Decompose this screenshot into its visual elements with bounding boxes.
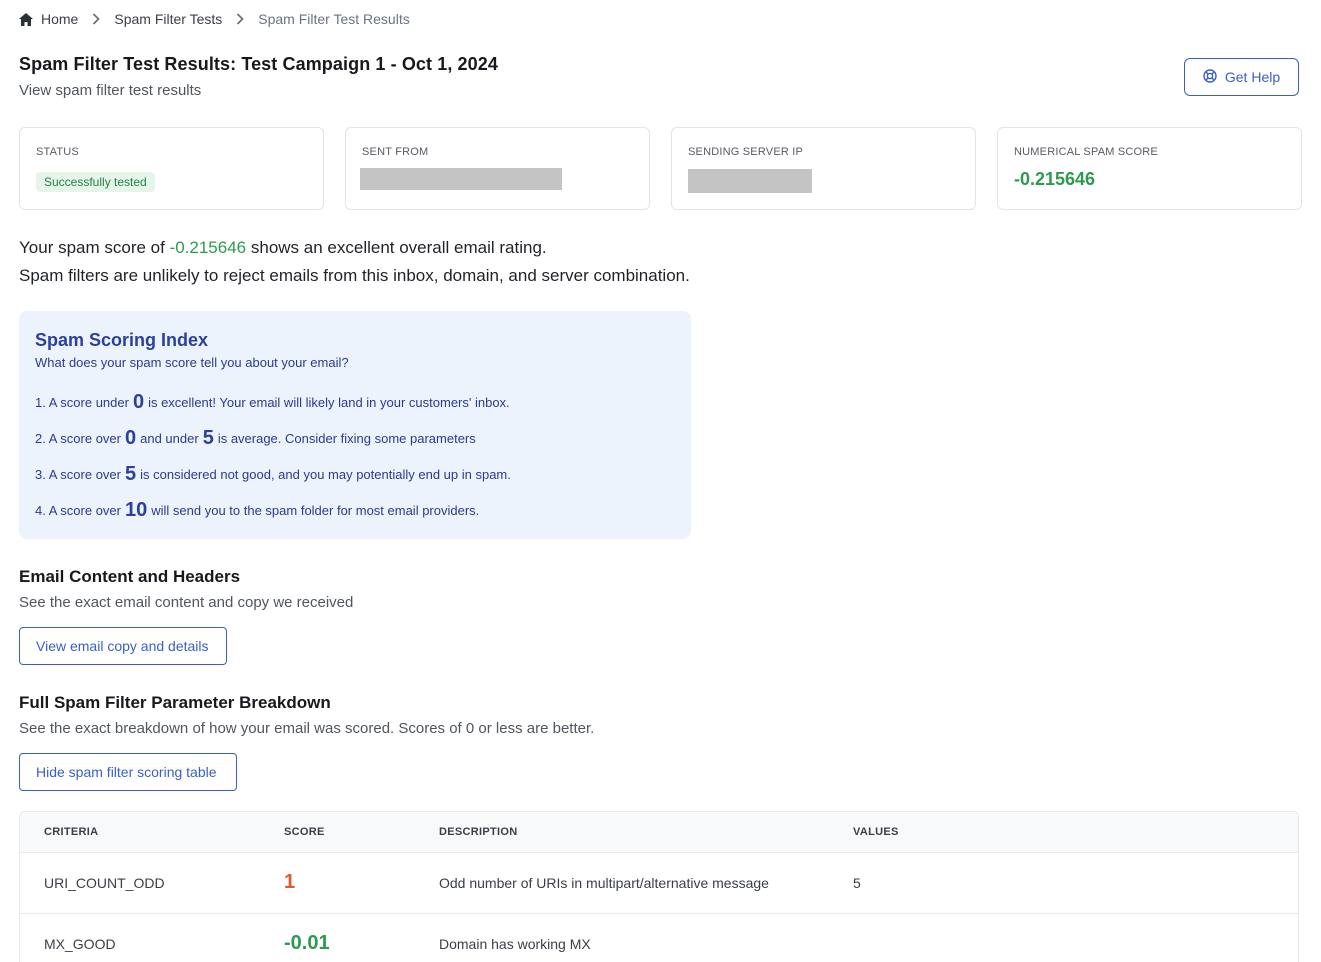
- email-content-title: Email Content and Headers: [19, 567, 241, 586]
- cell-score: 1: [284, 851, 439, 913]
- scoring-index-title: Spam Scoring Index: [35, 330, 209, 350]
- column-header-description[interactable]: DESCRIPTION: [439, 812, 853, 852]
- item-text: 4. A score over: [35, 502, 121, 518]
- item-text: will send you to the spam folder for mos…: [151, 502, 480, 518]
- cell-values: 5: [853, 851, 1298, 913]
- summary-score: -0.215646: [169, 238, 247, 257]
- lifebuoy-icon: [1203, 68, 1217, 86]
- scoring-index-item: 1. A score under 0 is excellent! Your em…: [35, 384, 675, 420]
- spam-scoring-index: Spam Scoring Index What does your spam s…: [19, 311, 691, 539]
- table-row: URI_COUNT_ODD 1 Odd number of URIs in mu…: [20, 851, 1298, 913]
- sent-from-label: SENT FROM: [362, 146, 429, 158]
- item-text: and under: [140, 430, 199, 446]
- scoring-index-item: 3. A score over 5 is considered not good…: [35, 456, 675, 492]
- breakdown-subtitle: See the exact breakdown of how your emai…: [19, 720, 595, 737]
- redacted-sender: [360, 168, 562, 190]
- scoring-index-item: 4. A score over 10 will send you to the …: [35, 492, 675, 528]
- item-text: 1. A score under: [35, 394, 129, 410]
- status-label: STATUS: [36, 146, 79, 158]
- status-badge: Successfully tested: [36, 172, 155, 192]
- breadcrumb-home-label: Home: [41, 11, 79, 27]
- server-ip-label: SENDING SERVER IP: [688, 146, 804, 158]
- sent-from-card: SENT FROM: [345, 127, 650, 210]
- item-threshold: 10: [125, 498, 148, 521]
- item-threshold: 0: [125, 426, 137, 449]
- spam-score-value: -0.215646: [1014, 169, 1096, 189]
- get-help-label: Get Help: [1224, 69, 1281, 85]
- cell-values: [853, 912, 1298, 962]
- cell-description: Odd number of URIs in multipart/alternat…: [439, 851, 853, 913]
- summary-prefix: Your spam score of: [19, 238, 170, 257]
- score-summary: Your spam score of -0.215646 shows an ex…: [19, 234, 690, 290]
- column-header-criteria[interactable]: CRITERIA: [20, 812, 284, 852]
- scoring-index-item: 2. A score over 0 and under 5 is average…: [35, 420, 675, 456]
- status-card: STATUS Successfully tested: [19, 127, 324, 210]
- get-help-button[interactable]: Get Help: [1184, 58, 1299, 96]
- column-header-values[interactable]: VALUES: [853, 812, 1298, 852]
- summary-line-2: Spam filters are unlikely to reject emai…: [19, 266, 690, 285]
- home-icon: [19, 12, 33, 26]
- item-text: 3. A score over: [35, 466, 121, 482]
- item-text: is average. Consider fixing some paramet…: [217, 430, 476, 446]
- email-content-subtitle: See the exact email content and copy we …: [19, 594, 354, 611]
- breadcrumb-current: Spam Filter Test Results: [258, 11, 410, 27]
- server-ip-card: SENDING SERVER IP: [671, 127, 976, 210]
- item-threshold: 5: [125, 462, 137, 485]
- chevron-right-icon: [236, 13, 245, 25]
- hide-scoring-table-button[interactable]: Hide spam filter scoring table: [19, 753, 237, 791]
- breadcrumb-home[interactable]: Home: [19, 11, 78, 27]
- breadcrumb: Home Spam Filter Tests Spam Filter Test …: [19, 11, 410, 27]
- spam-score-card: NUMERICAL SPAM SCORE -0.215646: [997, 127, 1302, 210]
- cell-score: -0.01: [284, 912, 439, 962]
- page-title: Spam Filter Test Results: Test Campaign …: [19, 54, 498, 74]
- item-text: is considered not good, and you may pote…: [140, 466, 511, 482]
- table-row: MX_GOOD -0.01 Domain has working MX: [20, 912, 1298, 962]
- breadcrumb-spam-filter-tests[interactable]: Spam Filter Tests: [114, 11, 222, 27]
- table-header-row: CRITERIA SCORE DESCRIPTION VALUES: [20, 812, 1298, 852]
- item-threshold: 0: [132, 390, 145, 413]
- column-header-score[interactable]: SCORE: [284, 812, 439, 852]
- scoring-index-subtitle: What does your spam score tell you about…: [35, 355, 349, 370]
- cell-criteria: URI_COUNT_ODD: [20, 851, 284, 913]
- view-email-copy-button[interactable]: View email copy and details: [19, 627, 227, 665]
- item-text: 2. A score over: [35, 430, 121, 446]
- item-threshold: 5: [202, 426, 214, 449]
- breakdown-title: Full Spam Filter Parameter Breakdown: [19, 693, 331, 712]
- redacted-server-ip: [688, 169, 812, 193]
- scoring-index-list: 1. A score under 0 is excellent! Your em…: [35, 384, 675, 528]
- scoring-table: CRITERIA SCORE DESCRIPTION VALUES URI_CO…: [19, 811, 1299, 962]
- spam-score-label: NUMERICAL SPAM SCORE: [1014, 146, 1158, 158]
- cell-criteria: MX_GOOD: [20, 912, 284, 962]
- summary-suffix: shows an excellent overall email rating.: [246, 238, 547, 257]
- page-subtitle: View spam filter test results: [19, 82, 202, 99]
- summary-cards: STATUS Successfully tested SENT FROM SEN…: [19, 127, 1302, 210]
- item-text: is excellent! Your email will likely lan…: [148, 394, 510, 410]
- cell-description: Domain has working MX: [439, 912, 853, 962]
- chevron-right-icon: [92, 13, 101, 25]
